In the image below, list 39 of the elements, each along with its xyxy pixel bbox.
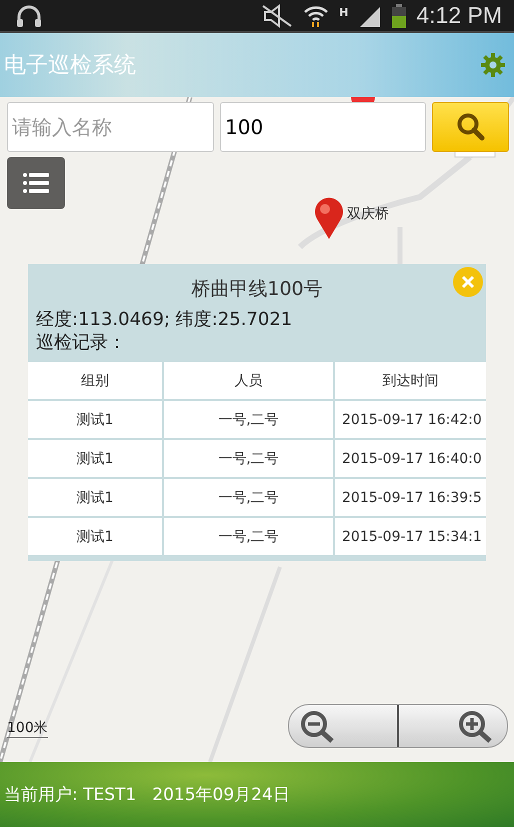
column-header: 人员 <box>164 362 333 399</box>
battery-icon <box>392 4 406 28</box>
network-type: H <box>339 6 348 19</box>
mute-icon <box>261 4 294 28</box>
column-header: 组别 <box>28 362 162 399</box>
map-scale: 100米 <box>7 719 48 738</box>
table-cell: 2015-09-17 16:40:0 <box>335 440 486 477</box>
table-cell: 一号,二号 <box>164 518 333 555</box>
signal-icon <box>358 4 382 26</box>
current-user: 当前用户: TEST1 <box>4 784 136 806</box>
search-icon <box>456 112 486 142</box>
settings-icon[interactable] <box>480 52 506 78</box>
marker-label: 双庆桥 <box>347 205 389 223</box>
list-button[interactable] <box>7 157 65 209</box>
table-cell: 测试1 <box>28 479 162 516</box>
table-cell: 2015-09-17 16:39:5 <box>335 479 486 516</box>
name-search-field[interactable]: 请输入名称 <box>7 102 214 152</box>
table-cell: 2015-09-17 16:42:0 <box>335 401 486 438</box>
records-label: 巡检记录： <box>35 331 127 354</box>
number-field[interactable]: 100 <box>220 102 426 152</box>
table-cell: 测试1 <box>28 518 162 555</box>
current-date: 2015年09月24日 <box>152 784 290 806</box>
coordinates: 经度:113.0469; 纬度:25.7021 <box>35 308 294 331</box>
table-cell: 一号,二号 <box>164 440 333 477</box>
wifi-icon <box>303 4 330 28</box>
popup-title: 桥曲甲线100号 <box>190 277 324 302</box>
search-button[interactable] <box>432 102 509 152</box>
table-cell: 一号,二号 <box>164 479 333 516</box>
column-header: 到达时间 <box>335 362 486 399</box>
table-cell: 一号,二号 <box>164 401 333 438</box>
table-cell: 测试1 <box>28 440 162 477</box>
app-title: 电子巡检系统 <box>4 52 136 80</box>
list-icon <box>23 173 49 193</box>
table-cell: 2015-09-17 15:34:1 <box>335 518 486 555</box>
table-cell: 测试1 <box>28 401 162 438</box>
map-pin-icon <box>313 197 345 239</box>
close-icon <box>461 275 475 289</box>
headphones-icon <box>16 4 42 28</box>
clock: 4:12 PM <box>416 2 502 29</box>
